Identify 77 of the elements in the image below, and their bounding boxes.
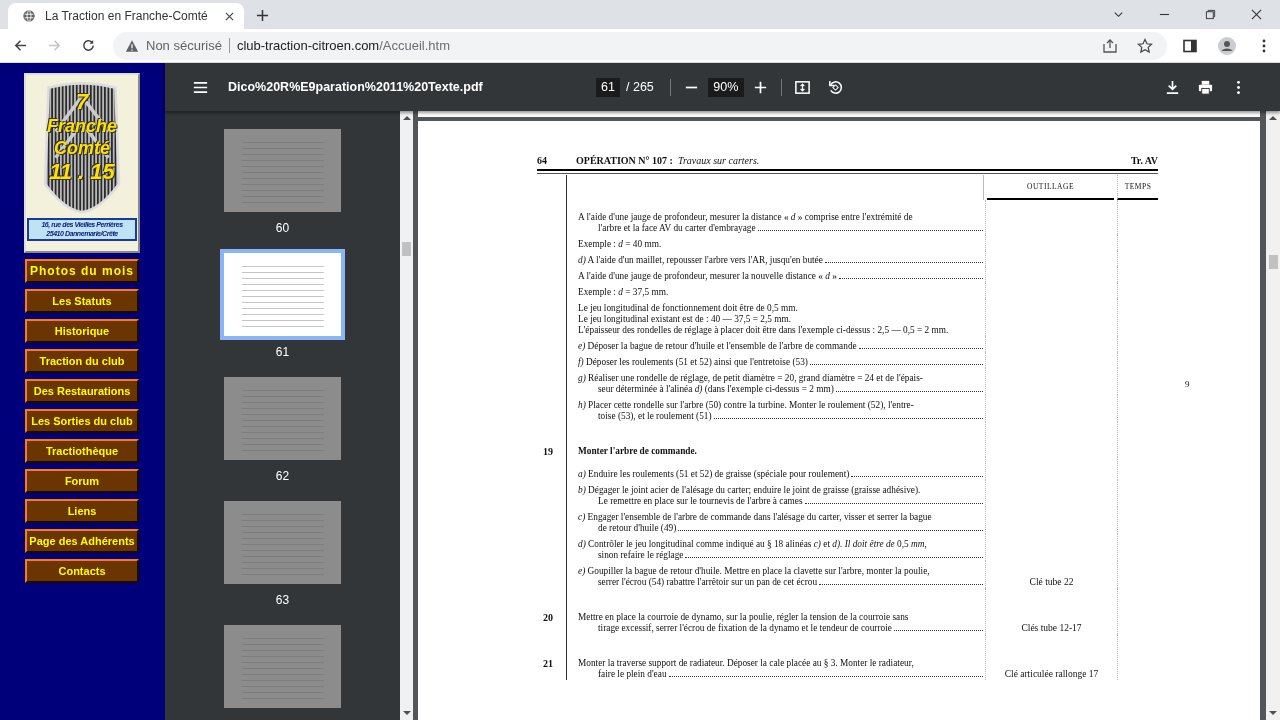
step-heading: Monter l'arbre de commande.: [578, 446, 698, 457]
tab-search-icon[interactable]: [1113, 9, 1124, 20]
profile-icon[interactable]: [1217, 35, 1237, 56]
menu-button[interactable]: Forum: [25, 469, 139, 493]
side-panel-icon[interactable]: [1182, 37, 1198, 54]
address-bar[interactable]: Non sécurisé club-traction-citroen.com/Accueil.htm: [113, 31, 1167, 60]
page-number-field[interactable]: 61: [596, 77, 620, 97]
back-icon[interactable]: [13, 38, 28, 53]
instruction-text: A l'aide d'une jauge de profondeur, mesurer la nouvelle distance « d »: [578, 271, 985, 282]
step-number: 20: [543, 612, 553, 623]
page-count: / 265: [626, 80, 654, 94]
step-number: 19: [543, 446, 553, 457]
page-number: 64: [537, 155, 548, 166]
scrollbar[interactable]: [1266, 111, 1280, 720]
menu-button[interactable]: Traction du club: [25, 349, 139, 373]
instruction-text: c) Engager l'ensemble de l'arbre de commande dans l'alésage du carter, visser et serrer la bague de retour d'huile (49): [578, 512, 985, 534]
tool-text: Clé articulée rallonge 17: [1004, 669, 1099, 680]
download-icon[interactable]: [1164, 78, 1181, 96]
instruction-text: Exemple : d = 40 mm.: [578, 239, 663, 250]
menu-button[interactable]: Les Statuts: [25, 289, 139, 313]
scrollbar[interactable]: [400, 111, 413, 720]
star-icon[interactable]: [1137, 37, 1153, 54]
instruction-text: e) Goupiller la bague de retour d'huile. Mettre en place la clavette sur l'arbre, monter la poulie, serrer l'écrou (54) rabattre l'arrêtoir sur un pan de cet écrou: [578, 566, 985, 588]
menu-button[interactable]: Contacts: [25, 559, 139, 583]
instruction-text: h) Placer cette rondelle sur l'arbre (50) contre la turbine. Monter le roulement (52), l'entre- toise (53), et le roulement (51): [578, 400, 985, 422]
instruction-text: d) Contrôler le jeu longitudinal comme indiqué au § 18 alinéas c) et d). Il doit être de 0,5 mm, sinon refaire le réglage: [578, 539, 985, 561]
reload-icon[interactable]: [81, 38, 96, 53]
page-number-label: 63: [275, 592, 290, 608]
instruction-text: Mettre en place la courroie de dynamo, sur la poulie, régler la tension de la courroie sans tirage excessif, serrer l'écrou de fixation de la dynamo et le tendeur de courroie: [578, 612, 985, 634]
page-thumbnail[interactable]: [224, 377, 341, 460]
rotate-icon[interactable]: [826, 78, 844, 96]
globe-icon: [22, 9, 36, 23]
page-thumbnail[interactable]: [224, 625, 341, 708]
operation-title: OPÉRATION N° 107 :: [576, 155, 673, 166]
new-tab-icon[interactable]: [256, 9, 269, 22]
maximize-icon[interactable]: [1205, 9, 1216, 20]
page-number-label: 61: [275, 344, 290, 360]
instruction-text: f) Déposer les roulements (51 et 52) ainsi que l'entretoise (53): [578, 357, 985, 368]
menu-button[interactable]: Photos du mois: [25, 259, 139, 283]
fit-page-icon[interactable]: [793, 78, 811, 96]
instruction-text: a) Enduire les roulements (51 et 52) de graisse (spéciale pour roulement): [578, 469, 985, 480]
url-text: club-traction-citroen.com/Accueil.htm: [236, 38, 450, 53]
zoom-field[interactable]: 90%: [707, 77, 744, 97]
instruction-text: Exemple : d = 37,5 mm.: [578, 287, 670, 298]
warning-icon: [125, 38, 139, 53]
browser-tab[interactable]: La Traction en Franche-Comté: [8, 3, 244, 29]
section-code: Tr. AV: [1130, 155, 1158, 166]
tool-text: Clés tube 12-17: [1021, 623, 1082, 634]
menu-button[interactable]: Liens: [25, 499, 139, 523]
instruction-text: A l'aide d'une jauge de profondeur, mesurer la distance « d » comprise entre l'extrémité de l'arbre et la face AV du carter d'embrayage: [578, 212, 985, 234]
share-icon[interactable]: [1102, 37, 1118, 54]
menu-button[interactable]: Historique: [25, 319, 139, 343]
menu-button[interactable]: Des Restaurations: [25, 379, 139, 403]
instruction-text: Monter la traverse support de radiateur. Déposer la cale placée au § 3. Monter le radiateur, faire le plein d'eau: [578, 658, 985, 680]
operation-subtitle: Travaux sur carters.: [677, 155, 760, 166]
menu-button[interactable]: Tractiothèque: [25, 439, 139, 463]
close-icon[interactable]: [225, 11, 234, 21]
file-name: Dico%20R%E9paration%2011%20Texte.pdf: [228, 80, 483, 94]
instruction-text: e) Déposer la bague de retour d'huile et l'ensemble de l'arbre de commande: [578, 341, 985, 352]
page-thumbnail[interactable]: [224, 129, 341, 212]
close-icon[interactable]: [1251, 9, 1262, 20]
page-number-label: 60: [275, 220, 290, 236]
page-thumbnail[interactable]: [224, 501, 341, 584]
logo-text: 7: [75, 91, 89, 113]
tool-text: Clé tube 22: [1029, 577, 1074, 588]
menu-button[interactable]: Les Sorties du club: [25, 409, 139, 433]
print-icon[interactable]: [1197, 78, 1214, 96]
menu-button[interactable]: Page des Adhérents: [25, 529, 139, 553]
step-number: 21: [543, 658, 553, 669]
instruction-text: d) A l'aide d'un maillet, repousser l'arbre vers l'AR, jusqu'en butée: [578, 255, 985, 266]
margin-note: 9: [1185, 379, 1190, 389]
instruction-text: g) Réaliser une rondelle de réglage, de petit diamètre = 20, grand diamètre = 24 et de l'épais- seur déterminée à l'alinéa d) (dans l'exemple ci-dessus = 2 mm): [578, 373, 985, 395]
instruction-text: Le jeu longitudinal de fonctionnement doit être de 0,5 mm. Le jeu longitudinal existant est de : 40 — 37,5 = 2,5 mm. L'épaisseur des rondelles de réglage à placer doit être dans l'exemple ci-dessus : 2,5 — 0,5 = 2 mm.: [578, 303, 950, 336]
page-number-label: 62: [275, 468, 290, 484]
logo-text: 11 . 15: [49, 161, 115, 183]
instruction-text: b) Dégager le joint acier de l'alésage du carter; enduire le joint de graisse (graisse adhésive). Le remettre en place sur le tournevis de l'arbre à cames: [578, 485, 985, 507]
security-label: Non sécurisé: [146, 38, 222, 53]
